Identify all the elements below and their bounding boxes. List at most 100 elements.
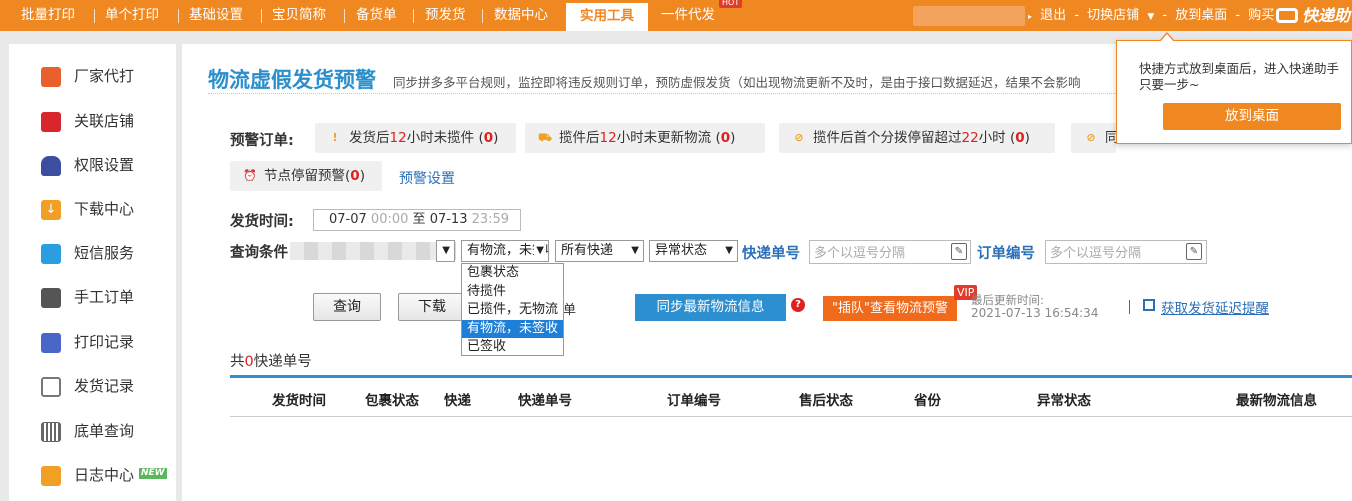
col-province: 省份 (914, 393, 941, 409)
log-icon (41, 466, 61, 486)
nav-single-print[interactable]: 单个打印 (105, 0, 159, 31)
factory-icon (41, 67, 61, 87)
dice-icon (41, 112, 61, 132)
nav-stock-list[interactable]: 备货单 (356, 0, 397, 31)
top-links: ▸ 退出 - 切换店铺 ▼ - 放到桌面 - 购买 (1028, 8, 1275, 23)
new-badge: NEW (139, 468, 167, 479)
chip-same[interactable]: ⊘ 同 (1071, 123, 1119, 153)
last-update-info: 最后更新时间: 2021-07-13 16:54:34 (971, 293, 1099, 320)
logo-icon (1276, 8, 1298, 23)
record-icon (41, 333, 61, 353)
sms-icon (41, 244, 61, 264)
put-desktop-button[interactable]: 放到桌面 (1163, 103, 1341, 130)
chip-hub-stay[interactable]: ⊘ 揽件后首个分拨停留超过22小时 (0) (779, 123, 1055, 153)
sidebar-item-linked-stores[interactable]: 关联店铺 (9, 106, 176, 136)
download-icon: ↓ (41, 200, 61, 220)
shipment-icon (41, 377, 61, 397)
chip-node-stay[interactable]: ⏰ 节点停留预警(0) (230, 161, 382, 191)
nav-batch-print[interactable]: 批量打印 (21, 0, 75, 31)
hot-badge: HOT (719, 0, 743, 8)
dropdown-option-selected[interactable]: 有物流，未签收 (462, 319, 563, 338)
help-icon[interactable]: ? (791, 298, 805, 312)
chevron-down-icon: ▼ (725, 245, 733, 256)
col-courier: 快递 (444, 393, 471, 409)
warning-orders-label: 预警订单: (230, 133, 294, 149)
logistics-status-select[interactable]: 有物流，未签收 ▼ (461, 240, 549, 262)
nav-basic-settings[interactable]: 基础设置 (189, 0, 243, 31)
popover-text: 快捷方式放到桌面后，进入快递助手只要一步~ (1139, 61, 1340, 92)
order-number-input[interactable] (1045, 240, 1207, 264)
sidebar: 厂家代打 关联店铺 权限设置 ↓ 下载中心 短信服务 手工订单 打印记录 发货记 (9, 44, 176, 501)
sidebar-item-print-records[interactable]: 打印记录 (9, 327, 176, 357)
sidebar-item-manual-order[interactable]: 手工订单 (9, 282, 176, 312)
query-button[interactable]: 查询 (313, 293, 381, 321)
download-suffix: 单 (563, 303, 577, 318)
courier-select[interactable]: 所有快递 ▼ (555, 240, 644, 262)
divider (1129, 300, 1130, 314)
col-tracking-number: 快递单号 (518, 393, 572, 409)
col-after-sale: 售后状态 (799, 393, 853, 409)
page-description: 同步拼多多平台规则，监控即将违反规则订单，预防虚假发货（如出现物流更新不及时，是… (393, 75, 1081, 90)
nav-dropship[interactable]: 一件代发 (661, 0, 715, 31)
sidebar-item-factory[interactable]: 厂家代打 (9, 61, 176, 91)
chip-no-pickup[interactable]: ! 发货后12小时未揽件 (0) (315, 123, 516, 153)
alarm-icon: ⏰ (243, 169, 257, 182)
nav-pre-ship[interactable]: 预发货 (425, 0, 466, 31)
ban-icon: ⊘ (794, 131, 804, 144)
sidebar-item-download[interactable]: ↓ 下载中心 (9, 194, 176, 224)
edit-icon[interactable]: ✎ (951, 243, 967, 260)
edit-icon[interactable]: ✎ (1186, 243, 1202, 260)
warning-settings-link[interactable]: 预警设置 (399, 168, 455, 188)
sidebar-item-receipt-query[interactable]: 底单查询 (9, 416, 176, 446)
buy-link[interactable]: 购买 (1248, 8, 1274, 23)
tracking-number-input[interactable] (809, 240, 971, 264)
desktop-shortcut-popover: 快捷方式放到桌面后，进入快递助手只要一步~ 放到桌面 (1116, 40, 1352, 144)
chevron-down-icon: ▼ (1147, 12, 1155, 22)
sidebar-item-permissions[interactable]: 权限设置 (9, 150, 176, 180)
col-order-number: 订单编号 (667, 393, 721, 409)
nav-item-abbreviation[interactable]: 宝贝简称 (272, 0, 326, 31)
delay-remind-link[interactable]: 获取发货延迟提醒 (1161, 297, 1269, 317)
date-range-input[interactable]: 07-07 00:00 至 07-13 23:59 (313, 209, 521, 231)
truck-icon: ⛟ (538, 131, 552, 144)
col-latest-logistics: 最新物流信息 (1236, 393, 1317, 409)
download-button[interactable]: 下载 (398, 293, 466, 321)
sidebar-item-log-center[interactable]: 日志中心 NEW (9, 460, 176, 490)
logistics-status-dropdown: 包裹状态 待揽件 已揽件，无物流 有物流，未签收 已签收 (461, 263, 564, 356)
table-header: 发货时间 包裹状态 快递 快递单号 订单编号 售后状态 省份 异常状态 最新物流… (230, 375, 1352, 417)
nav-tools[interactable]: 实用工具 (566, 0, 648, 31)
query-condition-label: 查询条件 (230, 245, 288, 261)
page: 批量打印 单个打印 基础设置 宝贝简称 备货单 预发货 数据中心 实用工具 一件… (0, 0, 1352, 501)
top-nav: 批量打印 单个打印 基础设置 宝贝简称 备货单 预发货 数据中心 实用工具 一件… (0, 0, 1352, 31)
abnormal-status-select[interactable]: 异常状态 ▼ (649, 240, 738, 262)
sidebar-item-sms[interactable]: 短信服务 (9, 238, 176, 268)
store-select-blurred[interactable] (290, 242, 456, 260)
switch-store-link[interactable]: 切换店铺 (1087, 8, 1139, 23)
barcode-icon (41, 422, 61, 442)
qr-icon (1143, 299, 1155, 311)
order-number-label: 订单编号 (977, 246, 1035, 262)
exclamation-icon: ! (332, 131, 338, 144)
chevron-down-icon: ▼ (534, 241, 544, 261)
ban-icon: ⊘ (1086, 131, 1096, 144)
put-desktop-link[interactable]: 放到桌面 (1175, 8, 1227, 23)
dropdown-option[interactable]: 已签收 (462, 338, 563, 357)
queue-jump-button[interactable]: "插队"查看物流预警 (823, 296, 957, 321)
chevron-down-icon: ▼ (442, 245, 450, 256)
sidebar-item-shipment-records[interactable]: 发货记录 (9, 371, 176, 401)
chip-no-update[interactable]: ⛟ 揽件后12小时未更新物流 (0) (525, 123, 765, 153)
account-name-blurred (913, 6, 1025, 26)
dropdown-option[interactable]: 包裹状态 (462, 264, 563, 283)
nav-data-center[interactable]: 数据中心 (494, 0, 548, 31)
sync-logistics-button[interactable]: 同步最新物流信息 (635, 294, 786, 321)
store-select-arrow[interactable]: ▼ (436, 240, 455, 262)
page-title: 物流虚假发货预警 (208, 68, 376, 92)
chevron-down-icon: ▼ (631, 245, 639, 256)
dropdown-option[interactable]: 待揽件 (462, 283, 563, 302)
total-count: 共0快递单号 (230, 354, 312, 370)
logout-link[interactable]: 退出 (1040, 8, 1066, 23)
dropdown-option[interactable]: 已揽件，无物流 (462, 301, 563, 320)
ship-time-label: 发货时间: (230, 214, 294, 230)
col-package-status: 包裹状态 (365, 393, 419, 409)
printer-icon (41, 288, 61, 308)
